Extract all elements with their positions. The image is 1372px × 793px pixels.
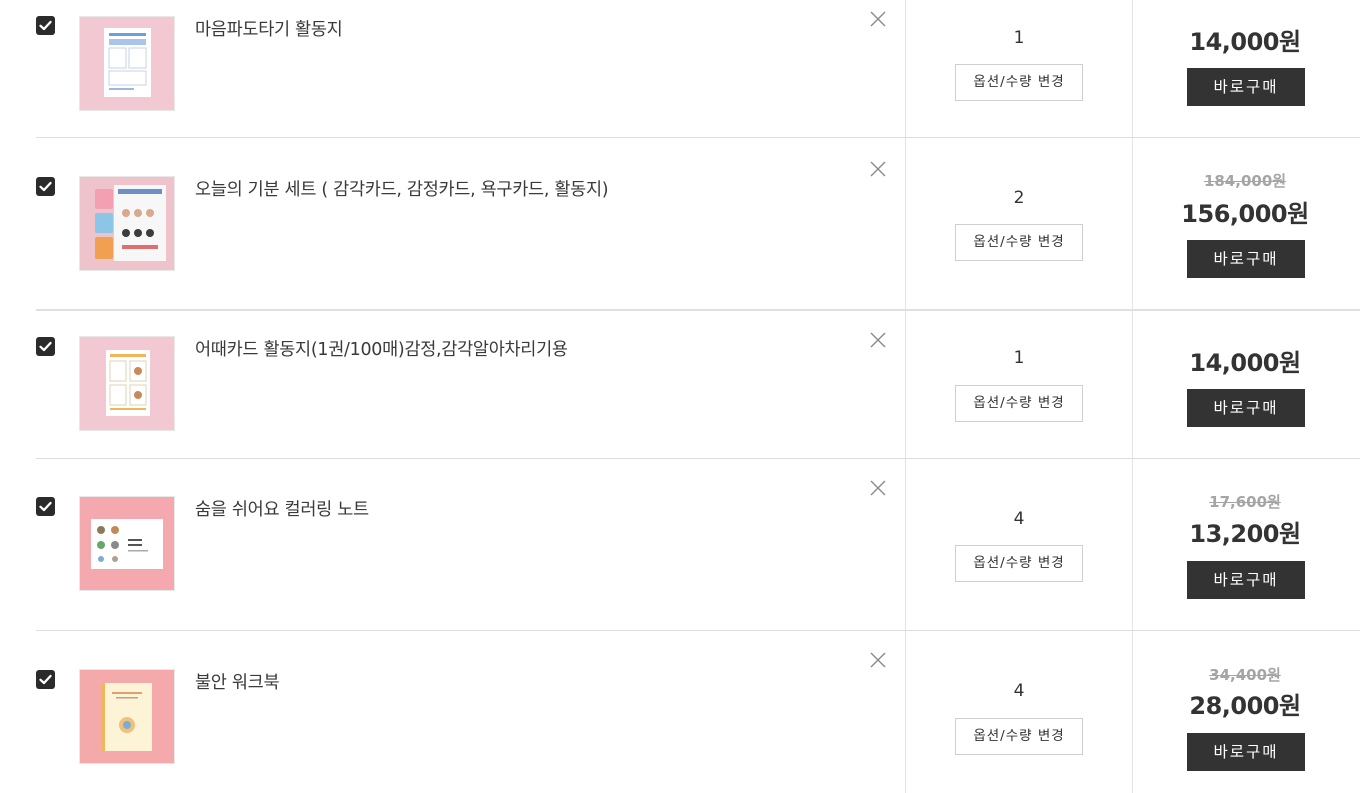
cart-item-row: 불안 워크북 4 옵션/수량 변경 34,400원 28,000원 바로구매 <box>0 631 1360 793</box>
remove-item-button[interactable] <box>869 10 887 28</box>
original-price: 17,600원 <box>1209 493 1281 511</box>
product-name[interactable]: 오늘의 기분 세트 ( 감각카드, 감정카드, 욕구카드, 활동지) <box>195 176 609 201</box>
product-thumbnail[interactable] <box>79 176 175 271</box>
remove-item-button[interactable] <box>869 651 887 669</box>
card-set-thumbnail-icon <box>95 185 166 261</box>
product-name[interactable]: 어때카드 활동지(1권/100매)감정,감각알아차리기용 <box>195 336 568 361</box>
product-name[interactable]: 불안 워크북 <box>195 669 280 694</box>
change-option-quantity-button[interactable]: 옵션/수량 변경 <box>955 224 1083 261</box>
item-quantity: 1 <box>1013 348 1025 368</box>
item-quantity: 4 <box>1013 681 1025 701</box>
cart-item-row: 마음파도타기 활동지 1 옵션/수량 변경 14,000원 바로구매 <box>0 0 1360 138</box>
item-checkbox[interactable] <box>36 497 55 516</box>
item-quantity: 4 <box>1013 509 1025 529</box>
buy-now-button[interactable]: 바로구매 <box>1187 240 1305 278</box>
checkbox-checked-icon <box>39 674 52 685</box>
cart-item-row: 어때카드 활동지(1권/100매)감정,감각알아차리기용 1 옵션/수량 변경 … <box>0 310 1360 459</box>
original-price: 184,000원 <box>1203 172 1287 190</box>
cart-item-row: 숨을 쉬어요 컬러링 노트 4 옵션/수량 변경 17,600원 13,200원… <box>0 459 1360 631</box>
product-thumbnail[interactable] <box>79 336 175 431</box>
close-icon <box>870 11 886 27</box>
remove-item-button[interactable] <box>869 160 887 178</box>
product-thumbnail[interactable] <box>79 496 175 591</box>
close-icon <box>870 652 886 668</box>
cart-item-row: 오늘의 기분 세트 ( 감각카드, 감정카드, 욕구카드, 활동지) 2 옵션/… <box>0 138 1360 311</box>
checkbox-checked-icon <box>39 181 52 192</box>
close-icon <box>870 480 886 496</box>
buy-now-button[interactable]: 바로구매 <box>1187 68 1305 106</box>
worksheet-thumbnail-icon <box>106 350 150 416</box>
product-thumbnail[interactable] <box>79 669 175 764</box>
item-price: 28,000원 <box>1189 692 1301 720</box>
original-price: 34,400원 <box>1209 666 1281 684</box>
item-quantity: 2 <box>1013 188 1025 208</box>
item-checkbox[interactable] <box>36 670 55 689</box>
cart-list: 마음파도타기 활동지 1 옵션/수량 변경 14,000원 바로구매 오늘의 기… <box>0 0 1372 793</box>
close-icon <box>870 161 886 177</box>
checkbox-checked-icon <box>39 501 52 512</box>
buy-now-button[interactable]: 바로구매 <box>1187 561 1305 599</box>
product-thumbnail[interactable] <box>79 16 175 111</box>
item-price: 13,200원 <box>1189 520 1301 548</box>
item-price: 156,000원 <box>1181 200 1309 228</box>
item-price: 14,000원 <box>1189 28 1301 56</box>
worksheet-thumbnail-icon <box>104 28 151 97</box>
workbook-thumbnail-icon <box>102 683 152 751</box>
change-option-quantity-button[interactable]: 옵션/수량 변경 <box>955 718 1083 755</box>
checkbox-checked-icon <box>39 20 52 31</box>
item-checkbox[interactable] <box>36 177 55 196</box>
checkbox-checked-icon <box>39 341 52 352</box>
item-price: 14,000원 <box>1189 349 1301 377</box>
change-option-quantity-button[interactable]: 옵션/수량 변경 <box>955 64 1083 101</box>
buy-now-button[interactable]: 바로구매 <box>1187 733 1305 771</box>
product-name[interactable]: 숨을 쉬어요 컬러링 노트 <box>195 496 369 521</box>
remove-item-button[interactable] <box>869 331 887 349</box>
close-icon <box>870 332 886 348</box>
change-option-quantity-button[interactable]: 옵션/수량 변경 <box>955 545 1083 582</box>
change-option-quantity-button[interactable]: 옵션/수량 변경 <box>955 385 1083 422</box>
product-name[interactable]: 마음파도타기 활동지 <box>195 16 343 41</box>
remove-item-button[interactable] <box>869 479 887 497</box>
item-quantity: 1 <box>1013 28 1025 48</box>
item-checkbox[interactable] <box>36 337 55 356</box>
item-checkbox[interactable] <box>36 16 55 35</box>
coloring-note-thumbnail-icon <box>91 519 163 569</box>
buy-now-button[interactable]: 바로구매 <box>1187 389 1305 427</box>
